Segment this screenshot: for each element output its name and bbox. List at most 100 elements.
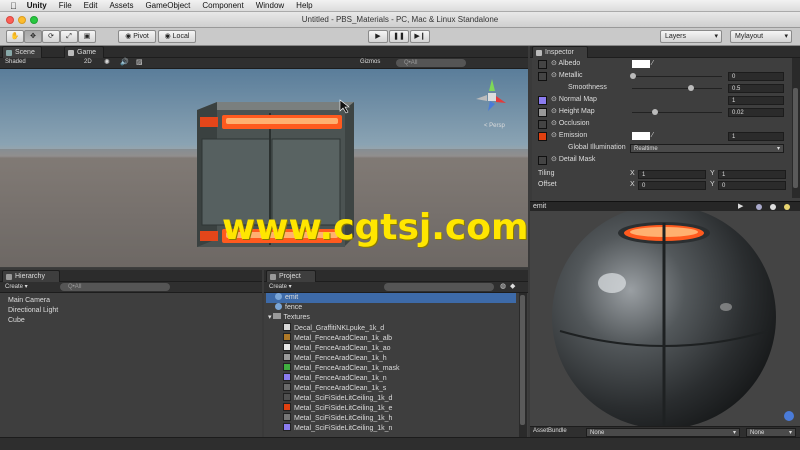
tab-project[interactable]: Project — [266, 270, 316, 282]
preview-light-icon[interactable] — [770, 204, 776, 210]
menu-file[interactable]: File — [59, 1, 72, 10]
2d-toggle[interactable]: 2D — [84, 59, 92, 65]
rect-tool-button[interactable]: ▣ — [78, 30, 96, 43]
inspector-scrollbar[interactable] — [792, 58, 800, 198]
metallic-slider[interactable] — [632, 76, 722, 77]
preview-play-icon[interactable]: ▶ — [738, 202, 743, 210]
menu-gameobject[interactable]: GameObject — [145, 1, 190, 10]
move-tool-button[interactable]: ✥ — [24, 30, 42, 43]
local-toggle[interactable]: ◉ Local — [158, 30, 196, 43]
audio-icon[interactable]: 🔊 — [120, 58, 129, 66]
hierarchy-item-main-camera[interactable]: Main Camera — [8, 296, 50, 306]
menu-assets[interactable]: Assets — [109, 1, 133, 10]
smoothness-value-field[interactable]: 0.5 — [728, 84, 784, 93]
layout-dropdown[interactable]: Mylayout ▾ — [730, 30, 792, 43]
hierarchy-search-input[interactable]: Q•All — [60, 283, 170, 291]
project-texture-item[interactable]: Metal_SciFiSideLitCeiling_1k_n — [283, 423, 392, 433]
play-button[interactable]: ▶ — [368, 30, 388, 43]
menu-window[interactable]: Window — [256, 1, 284, 10]
gizmos-dropdown[interactable]: Gizmos — [360, 59, 380, 65]
menu-component[interactable]: Component — [202, 1, 243, 10]
project-texture-item[interactable]: Metal_SciFiSideLitCeiling_1k_d — [283, 393, 392, 403]
height-value-field[interactable]: 0.02 — [728, 108, 784, 117]
project-texture-item[interactable]: Decal_GraffitiNKLpuke_1k_d — [283, 323, 384, 333]
offset-y-field[interactable]: 0 — [718, 181, 786, 190]
tiling-x-field[interactable]: 1 — [638, 170, 706, 179]
shading-mode-dropdown[interactable]: Shaded — [5, 59, 26, 65]
tab-scene[interactable]: Scene — [2, 46, 42, 58]
emission-value-field[interactable]: 1 — [728, 132, 784, 141]
create-label: Create — [5, 284, 24, 290]
lighting-icon[interactable]: ✺ — [104, 58, 110, 66]
menu-edit[interactable]: Edit — [84, 1, 98, 10]
project-texture-item[interactable]: Metal_FenceAradClean_1k_h — [283, 353, 387, 363]
step-button[interactable]: ▶❙ — [410, 30, 430, 43]
eyedropper-icon[interactable]: ⁄ — [652, 58, 653, 70]
height-map-texture-slot[interactable] — [538, 108, 547, 117]
smoothness-slider-knob[interactable] — [688, 85, 694, 91]
project-texture-item[interactable]: Metal_FenceAradClean_1k_ao — [283, 343, 391, 353]
albedo-texture-slot[interactable] — [538, 60, 547, 69]
assetbundle-dropdown[interactable]: None ▾ — [586, 428, 740, 437]
scene-viewport[interactable]: < Persp www.cgtsj.com — [0, 69, 528, 267]
layers-dropdown[interactable]: Layers ▾ — [660, 30, 722, 43]
hierarchy-item-directional-light[interactable]: Directional Light — [8, 306, 58, 316]
project-item-fence[interactable]: fence — [275, 303, 302, 313]
scrollbar-thumb[interactable] — [793, 88, 798, 188]
close-window-button[interactable] — [6, 16, 14, 24]
material-preview[interactable] — [530, 211, 800, 426]
project-folder-textures[interactable]: ▾ Textures — [268, 313, 310, 323]
effects-icon[interactable]: ▨ — [136, 58, 143, 66]
project-scrollbar[interactable] — [519, 293, 527, 437]
preview-settings-icon[interactable] — [784, 204, 790, 210]
project-texture-item[interactable]: Metal_FenceAradClean_1k_s — [283, 383, 386, 393]
tiling-y-field[interactable]: 1 — [718, 170, 786, 179]
smoothness-slider[interactable] — [632, 88, 722, 89]
hierarchy-item-cube[interactable]: Cube — [8, 316, 25, 326]
emission-texture-slot[interactable] — [538, 132, 547, 141]
hand-tool-button[interactable]: ✋ — [6, 30, 24, 43]
occlusion-texture-slot[interactable] — [538, 120, 547, 129]
hierarchy-create-button[interactable]: Create ▾ — [5, 283, 28, 290]
pivot-toggle[interactable]: ◉ Pivot — [118, 30, 156, 43]
offset-x-field[interactable]: 0 — [638, 181, 706, 190]
minimize-window-button[interactable] — [18, 16, 26, 24]
global-illumination-dropdown[interactable]: Realtime ▾ — [630, 144, 784, 153]
scene-search-input[interactable]: Q•All — [396, 59, 466, 67]
emission-color-swatch[interactable] — [632, 132, 650, 140]
height-slider[interactable] — [632, 112, 722, 113]
project-search-input[interactable] — [384, 283, 494, 291]
rotate-tool-button[interactable]: ⟳ — [42, 30, 60, 43]
metallic-slider-knob[interactable] — [630, 73, 636, 79]
scale-tool-button[interactable]: ⤢ — [60, 30, 78, 43]
zoom-window-button[interactable] — [30, 16, 38, 24]
project-item-emit[interactable]: emit — [275, 293, 298, 303]
filter-type-icon[interactable]: ◍ — [500, 282, 506, 290]
assetbundle-variant-dropdown[interactable]: None ▾ — [746, 428, 796, 437]
menu-help[interactable]: Help — [296, 1, 312, 10]
preview-sphere-icon[interactable] — [756, 204, 762, 210]
filter-label-icon[interactable]: ◆ — [510, 282, 515, 290]
metallic-value-field[interactable]: 0 — [728, 72, 784, 81]
project-texture-item[interactable]: Metal_FenceAradClean_1k_n — [283, 373, 387, 383]
project-texture-item[interactable]: Metal_SciFiSideLitCeiling_1k_e — [283, 403, 392, 413]
pause-button[interactable]: ❚❚ — [389, 30, 409, 43]
apple-icon[interactable]:  — [10, 1, 17, 11]
metallic-texture-slot[interactable] — [538, 72, 547, 81]
project-texture-item[interactable]: Metal_SciFiSideLitCeiling_1k_h — [283, 413, 392, 423]
detail-mask-texture-slot[interactable] — [538, 156, 547, 165]
project-create-button[interactable]: Create ▾ — [269, 283, 292, 290]
normal-scale-field[interactable]: 1 — [728, 96, 784, 105]
emission-label: ⊙ Emission — [551, 132, 588, 139]
scrollbar-thumb[interactable] — [520, 295, 525, 425]
height-slider-knob[interactable] — [652, 109, 658, 115]
albedo-color-swatch[interactable] — [632, 60, 650, 68]
tab-inspector[interactable]: Inspector — [532, 46, 588, 58]
project-texture-item[interactable]: Metal_FenceAradClean_1k_mask — [283, 363, 399, 373]
project-texture-item[interactable]: Metal_FenceAradClean_1k_alb — [283, 333, 392, 343]
tab-hierarchy[interactable]: Hierarchy — [2, 270, 60, 282]
normal-map-texture-slot[interactable] — [538, 96, 547, 105]
menu-app[interactable]: Unity — [27, 1, 47, 10]
tab-game[interactable]: Game — [64, 46, 104, 58]
eyedropper-icon[interactable]: ⁄ — [652, 130, 653, 142]
